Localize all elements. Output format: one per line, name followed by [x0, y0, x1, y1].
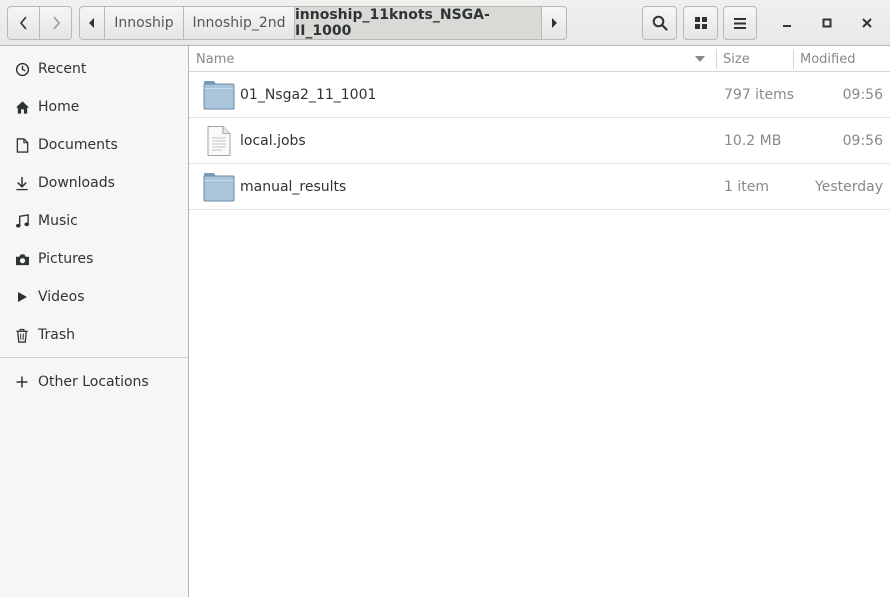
breadcrumb-item-current[interactable]: innoship_11knots_NSGA-II_1000 [295, 6, 542, 40]
view-toggle-button[interactable] [683, 6, 718, 40]
menu-button[interactable] [723, 6, 757, 40]
breadcrumb-scroll-right-button[interactable] [541, 6, 567, 40]
file-name: local.jobs [240, 133, 306, 149]
breadcrumb-scroll-left-button[interactable] [79, 6, 105, 40]
file-list: Name Size Modified 01_Nsga2_11_1001 797 … [189, 46, 890, 597]
sidebar-item-other-locations[interactable]: Other Locations [0, 363, 188, 401]
breadcrumb-item[interactable]: Innoship_2nd [184, 6, 295, 40]
back-button[interactable] [7, 6, 40, 40]
file-size: 10.2 MB [724, 133, 782, 149]
column-header-name[interactable]: Name [196, 46, 234, 72]
file-name: 01_Nsga2_11_1001 [240, 87, 377, 103]
download-icon [14, 175, 30, 191]
search-button[interactable] [642, 6, 677, 40]
home-icon [14, 99, 30, 115]
folder-icon [203, 172, 235, 202]
sidebar-item-label: Pictures [38, 251, 94, 267]
camera-icon [14, 251, 30, 267]
plus-icon [14, 374, 30, 390]
clock-icon [14, 61, 30, 77]
trash-icon [14, 327, 30, 343]
breadcrumb-label: innoship_11knots_NSGA-II_1000 [295, 7, 490, 39]
sidebar-item-label: Downloads [38, 175, 115, 191]
sort-arrow-icon[interactable] [695, 46, 705, 72]
breadcrumb-label: Innoship [114, 15, 174, 31]
music-icon [14, 213, 30, 229]
sidebar-item-label: Other Locations [38, 374, 149, 390]
sidebar-divider [0, 357, 188, 358]
sidebar-item-label: Music [38, 213, 78, 229]
maximize-icon [822, 18, 832, 28]
file-name: manual_results [240, 179, 347, 195]
triangle-left-icon [89, 18, 94, 28]
video-icon [14, 289, 30, 305]
chevron-left-icon [19, 16, 27, 30]
sidebar-item-label: Home [38, 99, 80, 115]
sidebar-item-music[interactable]: Music [0, 202, 188, 240]
forward-button[interactable] [39, 6, 72, 40]
search-icon [652, 15, 668, 31]
text-file-icon [203, 126, 235, 156]
sidebar-item-pictures[interactable]: Pictures [0, 240, 188, 278]
sidebar-item-home[interactable]: Home [0, 88, 188, 126]
table-row[interactable]: 01_Nsga2_11_1001 797 items 09:56 [189, 72, 890, 118]
file-modified: 09:56 [842, 133, 883, 149]
sidebar-item-label: Documents [38, 137, 118, 153]
table-row[interactable]: local.jobs 10.2 MB 09:56 [189, 118, 890, 164]
table-row[interactable]: manual_results 1 item Yesterday [189, 164, 890, 210]
header-bar: Innoship Innoship_2nd innoship_11knots_N… [0, 0, 890, 46]
column-divider [716, 49, 717, 69]
document-icon [14, 137, 30, 153]
sidebar-item-label: Recent [38, 61, 87, 77]
sidebar-item-label: Videos [38, 289, 85, 305]
column-header-row: Name Size Modified [189, 46, 890, 72]
file-size: 797 items [724, 87, 795, 103]
file-modified: 09:56 [842, 87, 883, 103]
maximize-button[interactable] [812, 8, 842, 38]
column-header-modified[interactable]: Modified [800, 46, 855, 72]
file-modified: Yesterday [815, 179, 883, 195]
close-button[interactable] [852, 8, 882, 38]
sidebar: Recent Home Documents Downloads Music Pi… [0, 46, 189, 597]
minimize-button[interactable] [772, 8, 802, 38]
sidebar-item-downloads[interactable]: Downloads [0, 164, 188, 202]
grid-icon [694, 17, 707, 29]
column-divider [793, 49, 794, 69]
minimize-icon [783, 25, 791, 27]
sidebar-item-documents[interactable]: Documents [0, 126, 188, 164]
chevron-right-icon [52, 16, 60, 30]
hamburger-icon [734, 17, 746, 29]
triangle-right-icon [552, 18, 557, 28]
column-header-size[interactable]: Size [723, 46, 750, 72]
breadcrumb-item[interactable]: Innoship [105, 6, 184, 40]
close-icon [862, 18, 872, 28]
sidebar-item-label: Trash [38, 327, 75, 343]
file-size: 1 item [724, 179, 769, 195]
folder-icon [203, 80, 235, 110]
sidebar-item-trash[interactable]: Trash [0, 316, 188, 354]
sidebar-item-recent[interactable]: Recent [0, 50, 188, 88]
sidebar-item-videos[interactable]: Videos [0, 278, 188, 316]
breadcrumb-label: Innoship_2nd [192, 15, 286, 31]
